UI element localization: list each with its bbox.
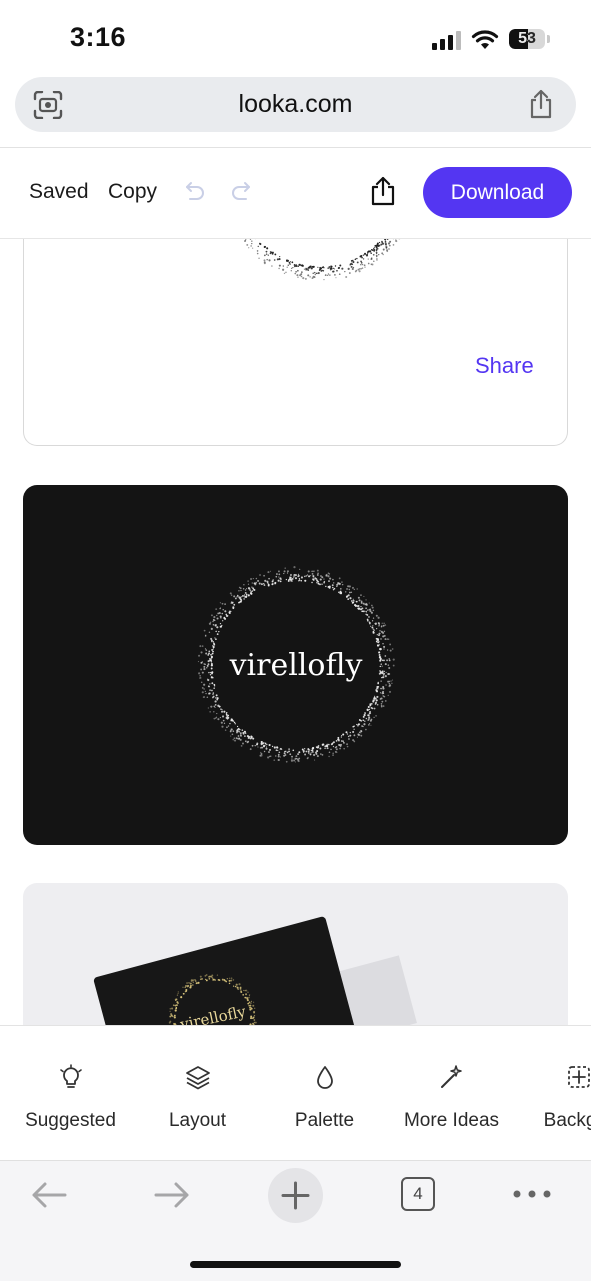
more-icon[interactable] bbox=[512, 1189, 552, 1199]
logo-text: virellofly bbox=[178, 1002, 248, 1025]
grid-icon bbox=[566, 1064, 591, 1090]
wifi-icon bbox=[470, 27, 500, 51]
droplet-icon bbox=[312, 1064, 338, 1090]
plus-icon bbox=[281, 1181, 310, 1210]
tab-more-ideas[interactable]: More Ideas bbox=[389, 1026, 514, 1161]
logo-card-light[interactable]: virellofly Share bbox=[23, 238, 568, 446]
tab-label: More Ideas bbox=[389, 1110, 514, 1132]
editor-tabs: Suggested Layout Palette More Ideas Back… bbox=[0, 1025, 591, 1161]
editor-toolbar: Saved Copy Download bbox=[0, 148, 591, 239]
logo-preview-list[interactable]: virellofly Share virellofly virellofly bbox=[0, 238, 591, 1025]
back-icon[interactable] bbox=[30, 1181, 68, 1209]
browser-toolbar: 4 bbox=[0, 1160, 591, 1281]
tabs-button[interactable]: 4 bbox=[401, 1177, 435, 1211]
tab-suggested[interactable]: Suggested bbox=[8, 1026, 133, 1161]
share-link[interactable]: Share bbox=[475, 353, 534, 379]
logo-text: virellofly bbox=[229, 648, 363, 683]
address-bar[interactable]: looka.com bbox=[15, 77, 576, 132]
export-icon[interactable] bbox=[370, 176, 396, 206]
status-bar: 3:16 53 bbox=[0, 0, 591, 72]
url-text[interactable]: looka.com bbox=[15, 77, 576, 132]
home-indicator bbox=[190, 1261, 401, 1268]
cellular-signal-icon bbox=[432, 30, 462, 50]
tab-label: Suggested bbox=[8, 1110, 133, 1132]
lightbulb-icon bbox=[58, 1064, 84, 1090]
battery-level: 53 bbox=[509, 29, 545, 49]
tab-label: Palette bbox=[262, 1110, 387, 1132]
logo-card-dark[interactable]: virellofly bbox=[23, 485, 568, 845]
status-time: 3:16 bbox=[70, 22, 126, 53]
new-tab-button[interactable] bbox=[268, 1168, 323, 1223]
tab-palette[interactable]: Palette bbox=[262, 1026, 387, 1161]
tab-label: Backgro bbox=[516, 1110, 591, 1132]
share-icon[interactable] bbox=[527, 89, 555, 119]
logo-dark: virellofly bbox=[194, 565, 398, 765]
saved-status: Saved bbox=[29, 180, 89, 204]
forward-icon[interactable] bbox=[153, 1181, 191, 1209]
logo-light: virellofly bbox=[220, 238, 420, 346]
business-card-mockup[interactable]: virellofly bbox=[23, 883, 568, 1025]
undo-icon[interactable] bbox=[182, 181, 206, 203]
logo-mockup: virellofly bbox=[163, 968, 263, 1025]
battery-icon: 53 bbox=[509, 29, 551, 51]
redo-icon[interactable] bbox=[230, 181, 254, 203]
tab-label: Layout bbox=[135, 1110, 260, 1132]
lens-icon[interactable] bbox=[33, 91, 63, 119]
download-button[interactable]: Download bbox=[423, 167, 572, 218]
tab-layout[interactable]: Layout bbox=[135, 1026, 260, 1161]
magic-wand-icon bbox=[439, 1064, 465, 1090]
layers-icon bbox=[185, 1064, 211, 1090]
copy-button[interactable]: Copy bbox=[108, 180, 157, 204]
tab-background[interactable]: Backgro bbox=[516, 1026, 591, 1161]
